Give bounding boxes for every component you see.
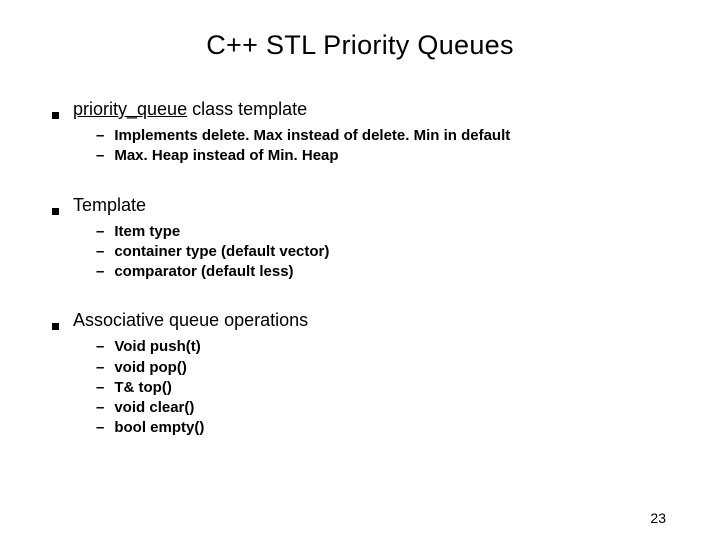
slide-title: C++ STL Priority Queues — [0, 30, 720, 61]
dash-icon: – — [96, 337, 104, 357]
section-title: priority_queue class template — [73, 99, 307, 120]
dash-icon: – — [96, 262, 104, 282]
list-item: –void clear() — [96, 398, 720, 418]
list-item: –Void push(t) — [96, 337, 720, 357]
sub-list: –Void push(t) –void pop() –T& top() –voi… — [52, 337, 720, 438]
list-item-text: bool empty() — [114, 418, 204, 438]
section-title: Template — [73, 195, 146, 216]
dash-icon: – — [96, 378, 104, 398]
slide-content: priority_queue class template –Implement… — [0, 99, 720, 439]
section-priority-queue: priority_queue class template –Implement… — [52, 99, 720, 167]
dash-icon: – — [96, 126, 104, 146]
square-bullet-icon — [52, 112, 59, 119]
list-item-text: void pop() — [114, 358, 186, 378]
section-header: Template — [52, 195, 720, 216]
list-item-text: Implements delete. Max instead of delete… — [114, 126, 510, 146]
dash-icon: – — [96, 222, 104, 242]
list-item: –Max. Heap instead of Min. Heap — [96, 146, 720, 166]
square-bullet-icon — [52, 208, 59, 215]
page-number: 23 — [650, 510, 666, 526]
dash-icon: – — [96, 242, 104, 262]
section-title-text: Associative queue operations — [73, 310, 308, 330]
dash-icon: – — [96, 358, 104, 378]
list-item-text: void clear() — [114, 398, 194, 418]
section-title-rest: class template — [187, 99, 307, 119]
section-operations: Associative queue operations –Void push(… — [52, 310, 720, 438]
sub-list: –Implements delete. Max instead of delet… — [52, 126, 720, 167]
list-item: –container type (default vector) — [96, 242, 720, 262]
list-item: –Item type — [96, 222, 720, 242]
list-item: –comparator (default less) — [96, 262, 720, 282]
list-item-text: Max. Heap instead of Min. Heap — [114, 146, 338, 166]
section-template: Template –Item type –container type (def… — [52, 195, 720, 283]
list-item: –T& top() — [96, 378, 720, 398]
section-title: Associative queue operations — [73, 310, 308, 331]
sub-list: –Item type –container type (default vect… — [52, 222, 720, 283]
list-item-text: Void push(t) — [114, 337, 200, 357]
section-title-text: Template — [73, 195, 146, 215]
dash-icon: – — [96, 398, 104, 418]
section-title-underlined: priority_queue — [73, 99, 187, 119]
list-item: –bool empty() — [96, 418, 720, 438]
list-item: –void pop() — [96, 358, 720, 378]
section-header: priority_queue class template — [52, 99, 720, 120]
square-bullet-icon — [52, 323, 59, 330]
dash-icon: – — [96, 418, 104, 438]
section-header: Associative queue operations — [52, 310, 720, 331]
list-item-text: T& top() — [114, 378, 171, 398]
list-item: –Implements delete. Max instead of delet… — [96, 126, 720, 146]
list-item-text: comparator (default less) — [114, 262, 293, 282]
dash-icon: – — [96, 146, 104, 166]
list-item-text: Item type — [114, 222, 180, 242]
list-item-text: container type (default vector) — [114, 242, 329, 262]
